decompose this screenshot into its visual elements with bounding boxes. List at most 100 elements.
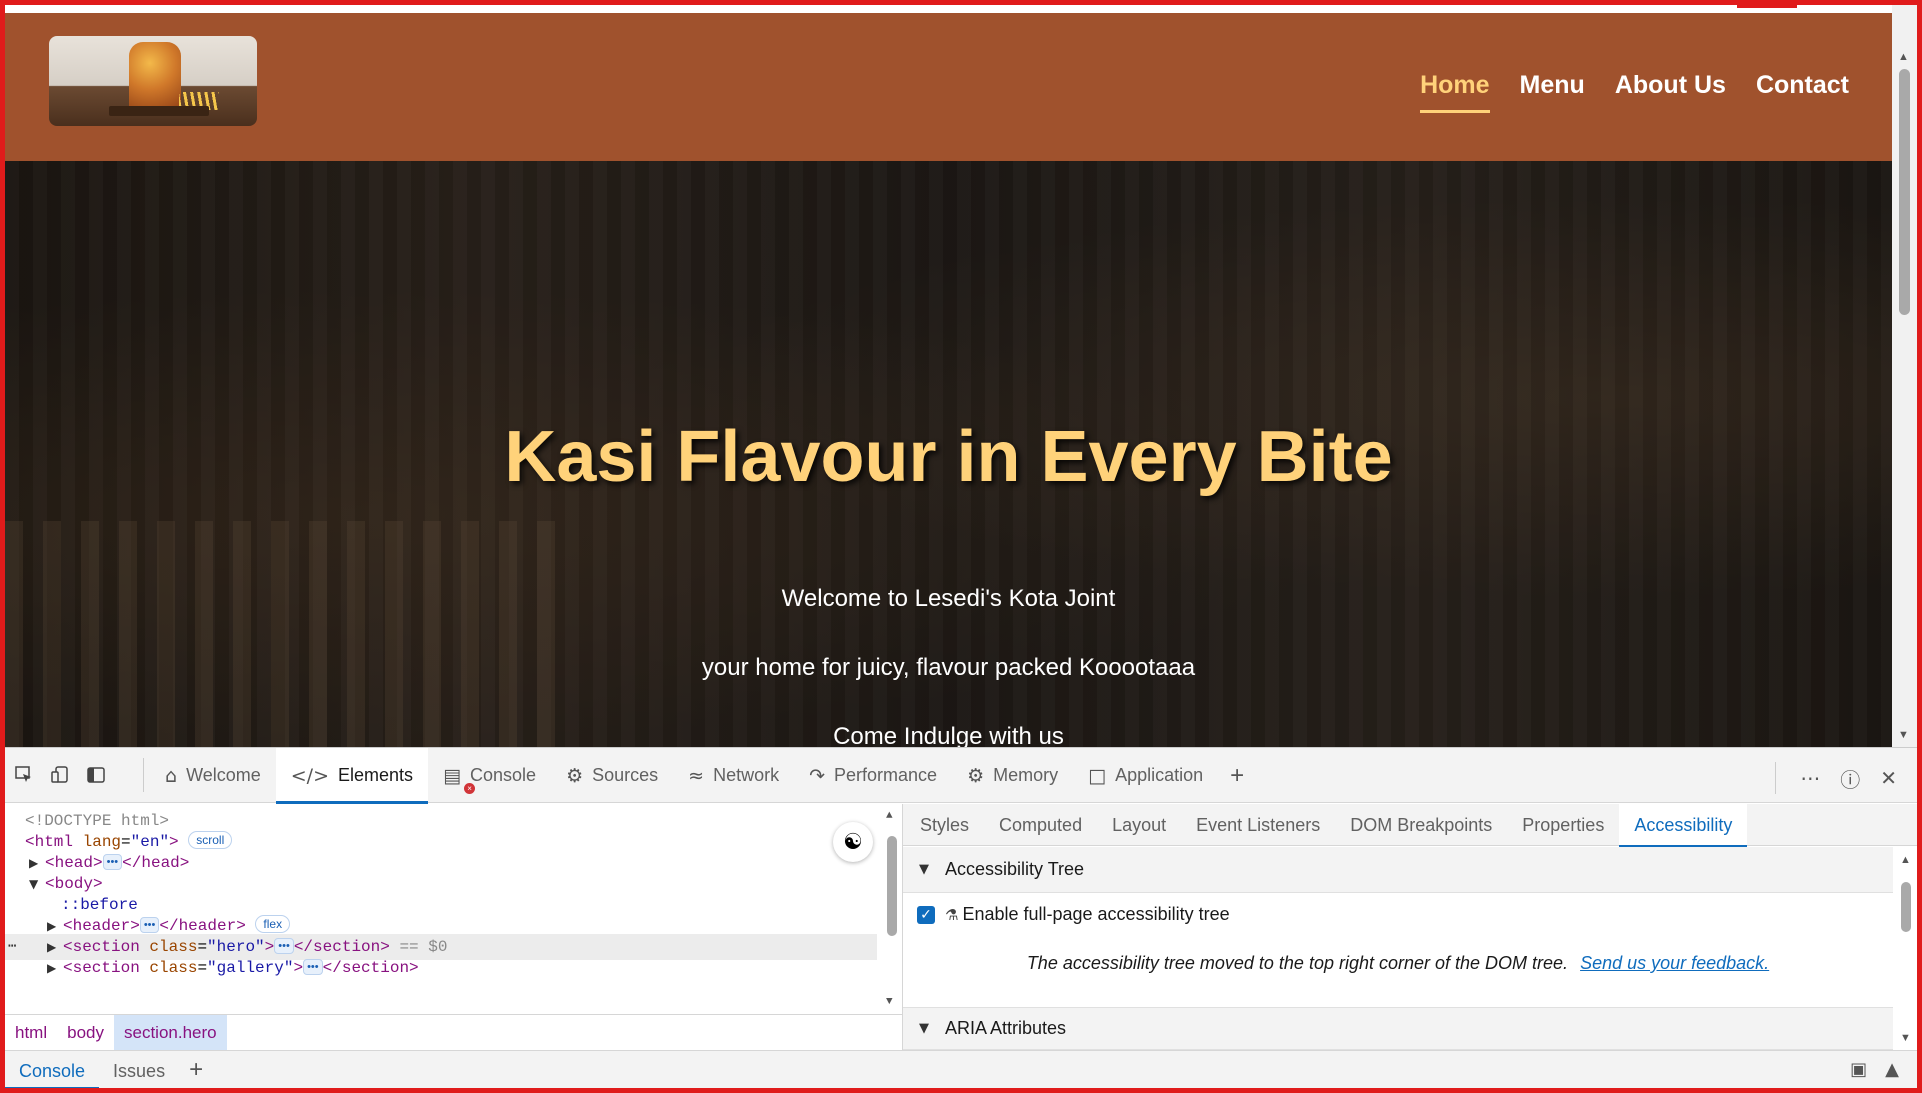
dock-side-icon[interactable] [85, 764, 107, 786]
tab-network[interactable]: ≈ Network [673, 748, 794, 803]
tab-sources-label: Sources [592, 765, 659, 785]
nav-home-link[interactable]: Home [1420, 71, 1490, 113]
tab-welcome-label: Welcome [186, 765, 261, 785]
breadcrumb: html body section.hero [5, 1014, 902, 1051]
tab-application[interactable]: □ Application [1073, 748, 1218, 803]
hero-title: Kasi Flavour in Every Bite [504, 417, 1393, 497]
nav-about-link[interactable]: About Us [1615, 71, 1726, 113]
tab-event-listeners[interactable]: Event Listeners [1181, 804, 1335, 846]
scroll-up-icon[interactable]: ▲ [1898, 51, 1909, 63]
breadcrumb-body[interactable]: body [57, 1015, 114, 1051]
breadcrumb-section-hero[interactable]: section.hero [114, 1014, 227, 1051]
class-attr: class [149, 959, 198, 977]
toolbar-separator [143, 758, 144, 792]
tab-sources[interactable]: ⚙ Sources [551, 748, 673, 803]
scroll-down-icon[interactable]: ▼ [1898, 729, 1909, 741]
tab-properties[interactable]: Properties [1507, 804, 1619, 846]
tab-network-label: Network [713, 765, 780, 785]
help-icon[interactable]: ⓘ [1840, 764, 1860, 793]
tab-console-label: Console [470, 765, 537, 785]
feedback-link[interactable]: Send us your feedback. [1580, 953, 1769, 973]
dock-drawer-icon[interactable]: ▣ [1850, 1059, 1867, 1080]
elements-scrollbar[interactable]: ▲ ▼ [880, 804, 902, 1014]
sidebar-scrollbar-thumb[interactable] [1901, 882, 1911, 932]
section-open-tag: <section [63, 938, 140, 956]
tab-console[interactable]: ▤ × Console [428, 748, 551, 803]
breadcrumb-html[interactable]: html [5, 1015, 57, 1051]
tab-elements[interactable]: </> Elements [275, 748, 429, 804]
tab-performance[interactable]: ↷ Performance [794, 748, 952, 803]
html-open-tag: <html [25, 833, 74, 851]
enable-full-tree-checkbox[interactable]: ✓ [917, 905, 935, 924]
scroll-down-icon[interactable]: ▼ [886, 996, 893, 1008]
scroll-up-icon[interactable]: ▲ [1900, 854, 1911, 866]
devtools-tabs: ⌂ Welcome </> Elements ▤ × Console ⚙ Sou… [150, 748, 1256, 804]
html-lang-value: "en" [130, 833, 170, 851]
collapse-drawer-icon[interactable]: ▲ [1885, 1059, 1899, 1080]
accessibility-tree-heading: Accessibility Tree [945, 859, 1085, 879]
hero-invite-text: Come Indulge with us [833, 723, 1064, 747]
close-icon[interactable]: ✕ [1880, 766, 1897, 791]
flex-badge[interactable]: flex [255, 915, 291, 933]
drawer-tab-console[interactable]: Console [5, 1051, 100, 1089]
section-close-tag: </section> [293, 938, 390, 956]
elements-scrollbar-thumb[interactable] [887, 836, 897, 936]
section-close-tag: </section> [322, 959, 419, 977]
hero-class-value: "hero" [207, 938, 265, 956]
row-more-icon[interactable]: ⋯ [8, 934, 16, 960]
accessibility-tree-section[interactable]: ▼ Accessibility Tree [903, 847, 1893, 893]
inspect-element-icon[interactable] [13, 764, 35, 786]
doctype-text: <!DOCTYPE html> [25, 812, 170, 830]
tab-welcome[interactable]: ⌂ Welcome [150, 748, 276, 803]
tab-computed[interactable]: Computed [984, 804, 1097, 846]
console-icon: ▤ [443, 764, 462, 787]
accessibility-tree-toggle-icon[interactable]: ☯ [833, 822, 873, 862]
tab-dom-breakpoints[interactable]: DOM Breakpoints [1335, 804, 1507, 846]
drawer-tab-issues[interactable]: Issues [99, 1051, 179, 1089]
aria-attributes-section[interactable]: ▼ ARIA Attributes [903, 1007, 1893, 1050]
page-viewport: Home Menu About Us Contact Kasi Flavour … [5, 5, 1917, 747]
head-open-tag: <head> [45, 854, 103, 872]
hero-tagline-text: your home for juicy, flavour packed Kooo… [701, 654, 1196, 681]
collapse-triangle-icon[interactable]: ▼ [29, 871, 45, 897]
dom-section-gallery[interactable]: ▶ <section class="gallery"> ••• </section> [47, 955, 419, 981]
tab-application-label: Application [1115, 765, 1204, 785]
more-options-icon[interactable]: ⋯ [1800, 766, 1820, 791]
collapsed-ellipsis[interactable]: ••• [303, 959, 323, 975]
collapsed-ellipsis[interactable]: ••• [102, 854, 123, 870]
top-strip [5, 5, 1917, 13]
device-emulation-icon[interactable] [49, 764, 71, 786]
tab-accessibility[interactable]: Accessibility [1619, 804, 1748, 847]
site-logo[interactable] [49, 36, 257, 126]
sidebar-scrollbar[interactable]: ▲ ▼ [1893, 846, 1917, 1050]
kota-image [129, 42, 181, 112]
body-open-tag: <body> [45, 875, 103, 893]
board-image [109, 106, 209, 116]
tab-memory[interactable]: ⚙ Memory [952, 748, 1073, 803]
devtools-drawer: Console Issues + ▣ ▲ [5, 1050, 1917, 1089]
collapsed-ellipsis[interactable]: ••• [139, 917, 160, 933]
accessibility-note-text: The accessibility tree moved to the top … [1026, 953, 1569, 973]
page-scrollbar[interactable]: ▲ ▼ [1892, 5, 1917, 747]
home-icon: ⌂ [165, 764, 178, 787]
nav-contact-link[interactable]: Contact [1756, 71, 1849, 113]
scroll-badge[interactable]: scroll [188, 831, 233, 849]
tab-elements-label: Elements [338, 765, 414, 785]
section-open-tag: <section [63, 959, 140, 977]
tab-layout[interactable]: Layout [1097, 804, 1181, 846]
nav-menu-link[interactable]: Menu [1520, 71, 1585, 113]
devtools-tabbar: ⌂ Welcome </> Elements ▤ × Console ⚙ Sou… [5, 748, 1917, 804]
scroll-down-icon[interactable]: ▼ [1900, 1032, 1911, 1044]
before-pseudo: ::before [61, 896, 138, 914]
tab-styles[interactable]: Styles [905, 804, 984, 846]
page-scrollbar-thumb[interactable] [1899, 69, 1910, 315]
collapsed-ellipsis[interactable]: ••• [274, 938, 294, 954]
add-drawer-tab-icon[interactable]: + [179, 1056, 213, 1084]
collapse-triangle-icon: ▼ [919, 1021, 929, 1036]
scroll-up-icon[interactable]: ▲ [886, 810, 893, 822]
expand-triangle-icon[interactable]: ▶ [47, 955, 63, 981]
section-close-bracket: > [293, 959, 304, 977]
add-tab-icon[interactable]: + [1218, 748, 1256, 803]
hero-welcome-text: Welcome to Lesedi's Kota Joint [781, 585, 1116, 612]
sidebar-tabs: Styles Computed Layout Event Listeners D… [903, 804, 1917, 847]
